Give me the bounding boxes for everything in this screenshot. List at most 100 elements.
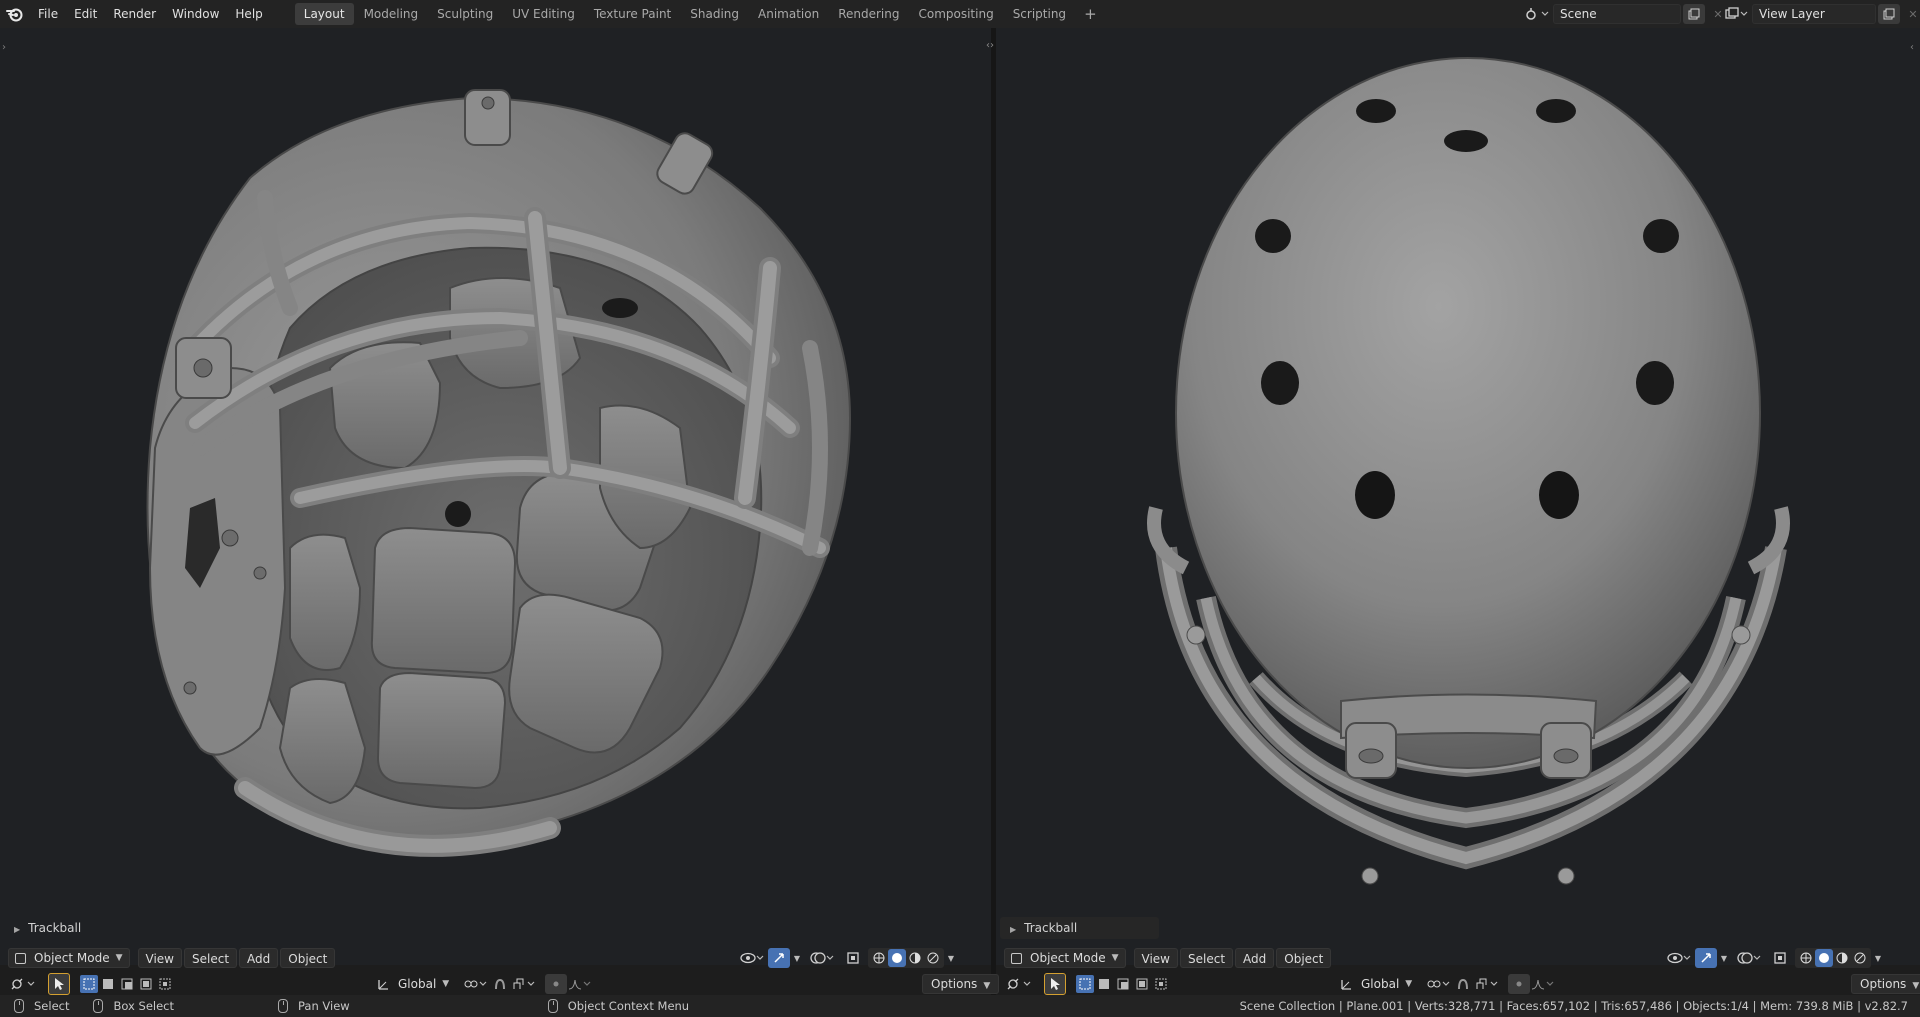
gizmo-dropdown-icon[interactable]: ▼ xyxy=(1717,948,1731,968)
view-menu[interactable]: View xyxy=(137,948,182,968)
options-dropdown[interactable]: Options ▼ xyxy=(922,974,1000,994)
view-menu[interactable]: View xyxy=(1133,948,1178,968)
helmet-front-model[interactable] xyxy=(0,28,991,965)
shading-dropdown-icon[interactable]: ▼ xyxy=(944,948,958,968)
solid-shading-icon[interactable] xyxy=(888,949,906,967)
menu-render[interactable]: Render xyxy=(105,0,164,28)
editor-type-icon[interactable] xyxy=(8,973,40,995)
add-menu[interactable]: Add xyxy=(239,948,279,968)
proportional-edit-icon[interactable] xyxy=(1508,974,1531,994)
select-invert-icon[interactable] xyxy=(1133,975,1151,993)
select-intersect-icon[interactable] xyxy=(156,975,174,993)
transform-orientation-dropdown[interactable]: Global ▼ xyxy=(1333,974,1418,994)
blender-logo-icon[interactable] xyxy=(0,0,30,28)
wireframe-shading-icon[interactable] xyxy=(870,949,888,967)
tab-compositing[interactable]: Compositing xyxy=(909,3,1002,25)
material-shading-icon[interactable] xyxy=(1833,949,1851,967)
select-subtract-icon[interactable] xyxy=(118,975,136,993)
toolbar-collapse-icon[interactable]: › xyxy=(2,42,6,53)
shading-dropdown-icon[interactable]: ▼ xyxy=(1871,948,1885,968)
menu-file[interactable]: File xyxy=(30,0,66,28)
visibility-eye-icon[interactable] xyxy=(738,948,768,968)
scene-name-field[interactable]: Scene xyxy=(1553,4,1681,24)
sidebar-collapse-icon[interactable]: ‹ xyxy=(1910,42,1914,53)
pivot-point-icon[interactable] xyxy=(1424,974,1452,994)
new-scene-icon[interactable] xyxy=(1683,4,1705,24)
area-swap-icon[interactable]: ‹› xyxy=(986,40,994,51)
snap-element-icon[interactable] xyxy=(511,974,539,994)
tab-texture-paint[interactable]: Texture Paint xyxy=(585,3,680,25)
viewport-right[interactable]: ‹ ▶ Trackball xyxy=(996,28,1920,965)
tab-rendering[interactable]: Rendering xyxy=(829,3,908,25)
snap-toggle-icon[interactable] xyxy=(1452,974,1474,994)
falloff-icon[interactable] xyxy=(1530,974,1556,994)
options-right: Options ▼ xyxy=(1851,971,1920,997)
xray-toggle-icon[interactable] xyxy=(1769,948,1791,968)
select-new-icon[interactable] xyxy=(80,975,98,993)
select-extend-icon[interactable] xyxy=(99,975,117,993)
gizmo-dropdown-icon[interactable]: ▼ xyxy=(790,948,804,968)
expand-triangle-icon: ▶ xyxy=(14,925,21,934)
select-new-icon[interactable] xyxy=(1076,975,1094,993)
visibility-eye-icon[interactable] xyxy=(1665,948,1695,968)
view-layer-icon[interactable] xyxy=(1722,3,1752,25)
tab-scripting[interactable]: Scripting xyxy=(1004,3,1075,25)
wireframe-shading-icon[interactable] xyxy=(1797,949,1815,967)
tab-modeling[interactable]: Modeling xyxy=(355,3,428,25)
select-intersect-icon[interactable] xyxy=(1152,975,1170,993)
add-workspace-button[interactable]: + xyxy=(1076,3,1105,25)
object-mode-dropdown[interactable]: Object Mode ▼ xyxy=(8,948,130,968)
add-menu[interactable]: Add xyxy=(1235,948,1275,968)
menu-help[interactable]: Help xyxy=(227,0,270,28)
new-view-layer-icon[interactable] xyxy=(1878,4,1900,24)
operator-panel-trackball-right[interactable]: ▶ Trackball xyxy=(1000,917,1160,939)
snap-element-icon[interactable] xyxy=(1474,974,1502,994)
overlays-icon[interactable] xyxy=(1735,948,1765,968)
delete-view-layer-icon[interactable]: ✕ xyxy=(1902,4,1920,24)
mouse-middle-icon xyxy=(278,999,288,1013)
editor-type-icon[interactable] xyxy=(1004,973,1036,995)
status-select-label: Select xyxy=(34,999,70,1013)
object-mode-dropdown[interactable]: Object Mode ▼ xyxy=(1004,948,1126,968)
object-menu[interactable]: Object xyxy=(280,948,336,968)
gizmo-icon[interactable] xyxy=(768,948,790,968)
falloff-icon[interactable] xyxy=(567,974,593,994)
operator-panel-trackball[interactable]: ▶ Trackball xyxy=(4,917,91,939)
material-shading-icon[interactable] xyxy=(906,949,924,967)
scene-icon[interactable] xyxy=(1523,3,1553,25)
menu-window[interactable]: Window xyxy=(164,0,227,28)
rendered-shading-icon[interactable] xyxy=(924,949,942,967)
select-invert-icon[interactable] xyxy=(137,975,155,993)
select-tool-icon[interactable] xyxy=(48,973,70,995)
helmet-top-model[interactable] xyxy=(996,28,1920,965)
tab-uv-editing[interactable]: UV Editing xyxy=(503,3,584,25)
mouse-left-icon xyxy=(14,999,24,1013)
select-subtract-icon[interactable] xyxy=(1114,975,1132,993)
rendered-shading-icon[interactable] xyxy=(1851,949,1869,967)
overlays-icon[interactable] xyxy=(808,948,838,968)
options-label: Options xyxy=(1860,977,1907,991)
tab-animation[interactable]: Animation xyxy=(749,3,828,25)
xray-toggle-icon[interactable] xyxy=(842,948,864,968)
orientation-label: Global xyxy=(1361,977,1400,991)
tab-layout[interactable]: Layout xyxy=(294,3,354,25)
proportional-edit-icon[interactable] xyxy=(545,974,568,994)
status-pan-view: Pan View xyxy=(278,999,350,1013)
menu-edit[interactable]: Edit xyxy=(66,0,105,28)
transform-orientation-dropdown[interactable]: Global ▼ xyxy=(370,974,455,994)
select-menu[interactable]: Select xyxy=(1180,948,1234,968)
solid-shading-icon[interactable] xyxy=(1815,949,1833,967)
pivot-point-icon[interactable] xyxy=(461,974,489,994)
tab-sculpting[interactable]: Sculpting xyxy=(428,3,502,25)
select-extend-icon[interactable] xyxy=(1095,975,1113,993)
tab-shading[interactable]: Shading xyxy=(681,3,748,25)
viewport-left[interactable]: › ▶ Trackball xyxy=(0,28,991,965)
snap-toggle-icon[interactable] xyxy=(489,974,511,994)
view-layer-name-field[interactable]: View Layer xyxy=(1752,4,1876,24)
select-tool-icon[interactable] xyxy=(1044,973,1066,995)
gizmo-icon[interactable] xyxy=(1695,948,1717,968)
options-dropdown[interactable]: Options ▼ xyxy=(1851,974,1920,994)
select-menu[interactable]: Select xyxy=(184,948,238,968)
object-mode-icon xyxy=(1011,952,1022,964)
object-menu[interactable]: Object xyxy=(1276,948,1332,968)
